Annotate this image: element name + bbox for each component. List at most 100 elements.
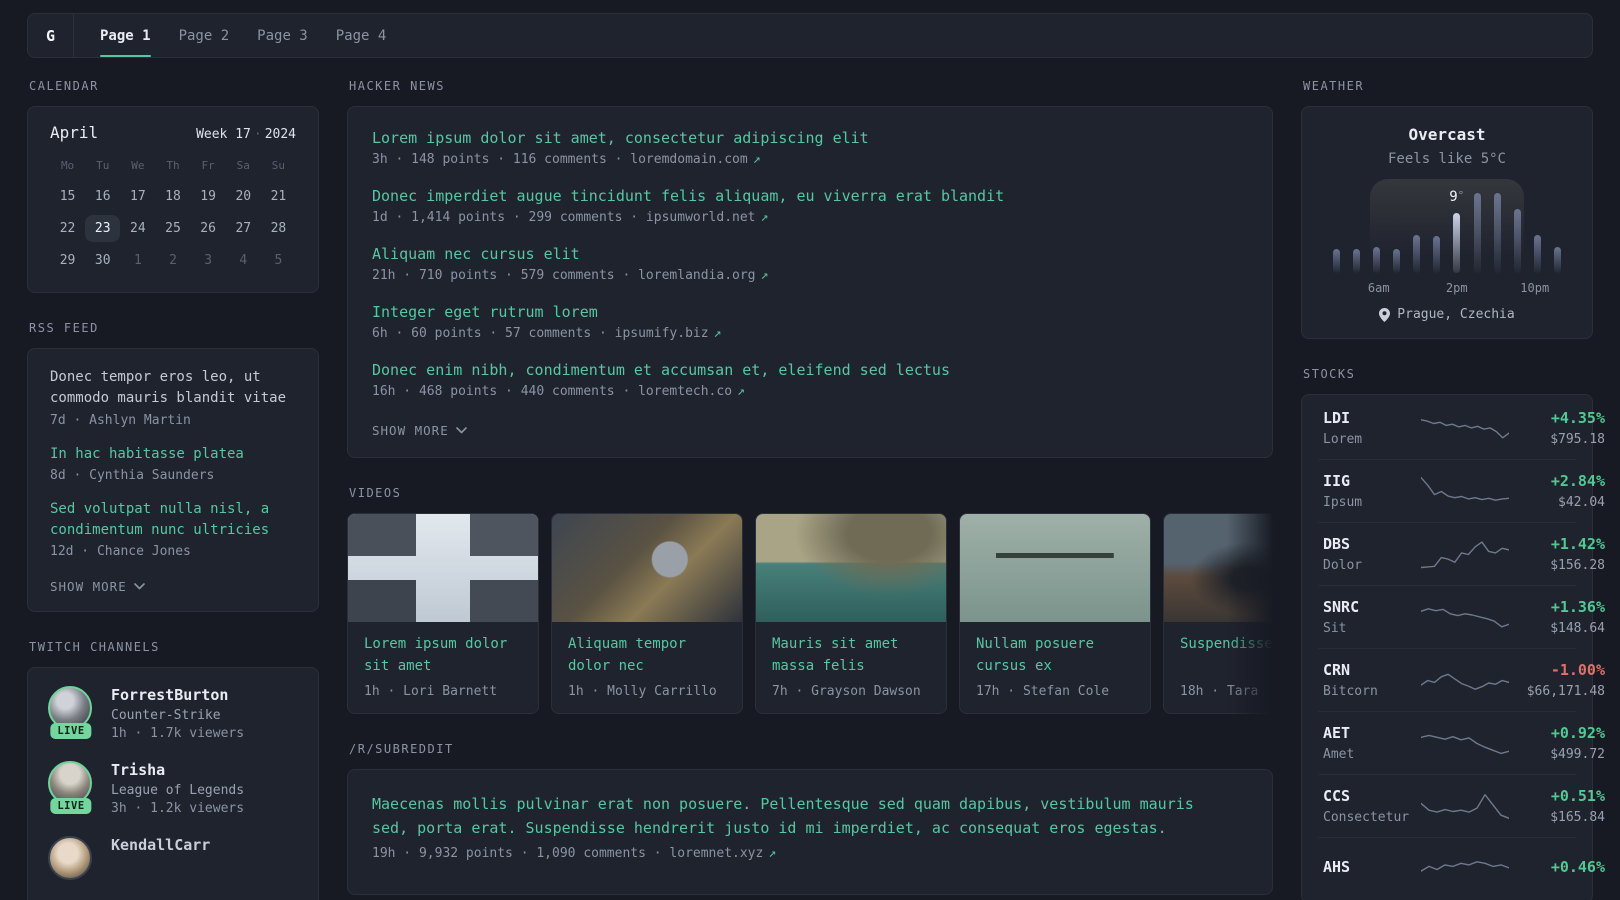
video-card[interactable]: Aliquam tempor dolor nec pharetra… 1h · M… — [551, 513, 743, 714]
video-thumbnail — [348, 514, 538, 622]
hn-item-title[interactable]: Integer eget rutrum lorem — [372, 303, 1248, 321]
stock-row[interactable]: IIG Ipsum +2.84% $42.04 — [1318, 459, 1605, 522]
calendar-day: 24 — [130, 221, 146, 236]
calendar-month: April — [50, 123, 99, 142]
twitch-widget: TWITCH CHANNELS LIVE ForrestBurton Counter… — [27, 640, 319, 900]
twitch-channel-row[interactable]: KendallCarr — [48, 836, 298, 881]
hn-item-meta: 21h · 710 points · 579 comments · loreml… — [372, 268, 1248, 283]
subreddit-widget: /R/SUBREDDIT Maecenas mollis pulvinar er… — [347, 742, 1273, 895]
hackernews-show-more-button[interactable]: SHOW MORE — [372, 423, 467, 438]
stock-price: $156.28 — [1550, 558, 1605, 573]
stock-price: $499.72 — [1550, 747, 1605, 762]
video-card-body: Aliquam tempor dolor nec pharetra… 1h · M… — [552, 622, 742, 713]
hn-item-meta-text: 1d · 1,414 points · 299 comments · ipsum… — [372, 210, 756, 225]
calendar-day: 4 — [239, 253, 248, 268]
tab-page-1[interactable]: Page 1 — [100, 14, 151, 57]
weather-bar — [1533, 234, 1541, 273]
right-column: WEATHER Overcast Feels like 5°C 9° 6am 2pm… — [1301, 79, 1605, 900]
external-link-icon: ↗ — [760, 210, 769, 225]
calendar-grid: Mo Tu We Th Fr Sa Su 15 16 17 18 19 20 21 22 23 24 25 26 27… — [50, 156, 296, 274]
stock-row[interactable]: CCS Consectetur +0.51% $165.84 — [1318, 774, 1605, 837]
stocks-card: LDI Lorem +4.35% $795.18 IIG Ipsum +2.84% $42.0… — [1301, 394, 1605, 900]
twitch-channel-row[interactable]: LIVE Trisha League of Legends 3h · 1.2k vie… — [48, 761, 298, 816]
calendar-day: 22 — [59, 221, 76, 236]
stock-values: +0.51% $165.84 — [1509, 787, 1605, 825]
twitch-channel-name[interactable]: Trisha — [111, 761, 244, 779]
rss-item-title[interactable]: In hac habitasse platea — [50, 444, 296, 465]
rss-card: Donec tempor eros leo, ut commodo mauris… — [27, 348, 319, 613]
weather-bar — [1373, 247, 1381, 273]
rss-item-title[interactable]: Sed volutpat nulla nisl, a condimentum n… — [50, 499, 296, 542]
weather-time-label: 6am — [1367, 281, 1390, 295]
subreddit-post-title[interactable]: Maecenas mollis pulvinar erat non posuer… — [372, 792, 1232, 840]
twitch-channel-row[interactable]: LIVE ForrestBurton Counter-Strike 1h · 1.7k… — [48, 686, 298, 741]
stock-name: Amet — [1323, 747, 1355, 762]
twitch-channel-name[interactable]: KendallCarr — [111, 836, 210, 854]
video-thumbnail — [960, 514, 1150, 622]
tab-page-2[interactable]: Page 2 — [179, 14, 230, 57]
stock-row[interactable]: AET Amet +0.92% $499.72 — [1318, 711, 1605, 774]
twitch-channel-name[interactable]: ForrestBurton — [111, 686, 244, 704]
video-title[interactable]: Nullam posuere cursus ex — [976, 634, 1134, 678]
hn-item-title[interactable]: Aliquam nec cursus elit — [372, 245, 1248, 263]
hn-item-title[interactable]: Donec imperdiet augue tincidunt felis al… — [372, 187, 1248, 205]
chevron-down-icon — [133, 583, 145, 590]
stock-row[interactable]: SNRC Sit +1.36% $148.64 — [1318, 585, 1605, 648]
stock-ticker: AET — [1323, 724, 1351, 742]
video-card[interactable]: Mauris sit amet massa felis 7h · Grayson … — [755, 513, 947, 714]
hn-item-meta: 16h · 468 points · 440 comments · loremt… — [372, 384, 1248, 399]
sparkline-chart — [1421, 673, 1509, 690]
video-card[interactable]: Lorem ipsum dolor sit amet consectetu… 1h… — [347, 513, 539, 714]
video-title[interactable]: Mauris sit amet massa felis — [772, 634, 930, 678]
calendar-day: 25 — [165, 221, 181, 236]
twitch-channel-info: Trisha League of Legends 3h · 1.2k viewers — [111, 761, 244, 816]
video-title[interactable]: Lorem ipsum dolor sit amet consectetu… — [364, 634, 522, 678]
stocks-widget: STOCKS LDI Lorem +4.35% $795.18 IIG Ipsum +2.8… — [1301, 367, 1605, 900]
stock-sparkline — [1421, 787, 1509, 825]
rss-show-more-label: SHOW MORE — [50, 579, 127, 595]
hn-item-meta-text: 3h · 148 points · 116 comments · loremdo… — [372, 152, 748, 167]
weather-bar — [1513, 209, 1521, 273]
weather-location: Prague, Czechia — [1397, 307, 1515, 322]
stock-row[interactable]: DBS Dolor +1.42% $156.28 — [1318, 522, 1605, 585]
stock-name: Consectetur — [1323, 810, 1410, 825]
stock-values: +4.35% $795.18 — [1509, 409, 1605, 447]
calendar-widget-title: CALENDAR — [29, 79, 99, 93]
hackernews-card: Lorem ipsum dolor sit amet, consectetur … — [347, 106, 1273, 458]
stock-change: +4.35% — [1550, 409, 1605, 427]
stock-name: Lorem — [1323, 432, 1363, 447]
video-card[interactable]: Nullam posuere cursus ex 17h · Stefan Col… — [959, 513, 1151, 714]
tab-page-3[interactable]: Page 3 — [257, 14, 308, 57]
video-thumbnail — [1164, 514, 1273, 622]
weather-location-row: Prague, Czechia — [1322, 307, 1572, 322]
weather-bar — [1553, 246, 1561, 273]
hn-item-title[interactable]: Donec enim nibh, condimentum et accumsan… — [372, 361, 1248, 379]
stock-info: IIG Ipsum — [1323, 472, 1421, 510]
stock-row[interactable]: AHS +0.46% — [1318, 837, 1605, 900]
twitch-channel-meta: 3h · 1.2k viewers — [111, 801, 245, 817]
hn-item-meta-text: 21h · 710 points · 579 comments · loreml… — [372, 268, 756, 283]
weather-bar — [1393, 249, 1401, 273]
calendar-day: 19 — [200, 189, 216, 204]
rss-item-title[interactable]: Donec tempor eros leo, ut commodo mauris… — [50, 367, 296, 410]
hackernews-show-more-label: SHOW MORE — [372, 423, 449, 438]
calendar-day: 20 — [235, 189, 252, 204]
stock-change: +1.36% — [1550, 598, 1605, 616]
hn-item-title[interactable]: Lorem ipsum dolor sit amet, consectetur … — [372, 129, 1248, 147]
stock-row[interactable]: LDI Lorem +4.35% $795.18 — [1318, 397, 1605, 459]
rss-show-more-button[interactable]: SHOW MORE — [50, 579, 145, 594]
sparkline-chart — [1421, 734, 1509, 755]
stock-name: Sit — [1323, 621, 1347, 636]
weather-degree-symbol: ° — [1457, 189, 1465, 202]
external-link-icon: ↗ — [737, 384, 745, 399]
calendar-weekday: Mo — [60, 159, 75, 172]
app-logo[interactable]: G — [28, 14, 74, 57]
hn-item-meta-text: 16h · 468 points · 440 comments · loremt… — [372, 384, 733, 399]
weather-bar — [1333, 249, 1340, 273]
video-card[interactable]: Suspendisse diam 18h · Tara — [1163, 513, 1273, 714]
video-title[interactable]: Suspendisse diam — [1180, 634, 1273, 678]
stock-row[interactable]: CRN Bitcorn -1.00% $66,171.48 — [1318, 648, 1605, 711]
tab-page-4[interactable]: Page 4 — [336, 14, 387, 57]
video-card-body: Mauris sit amet massa felis 7h · Grayson … — [756, 622, 946, 713]
video-title[interactable]: Aliquam tempor dolor nec pharetra… — [568, 634, 726, 678]
